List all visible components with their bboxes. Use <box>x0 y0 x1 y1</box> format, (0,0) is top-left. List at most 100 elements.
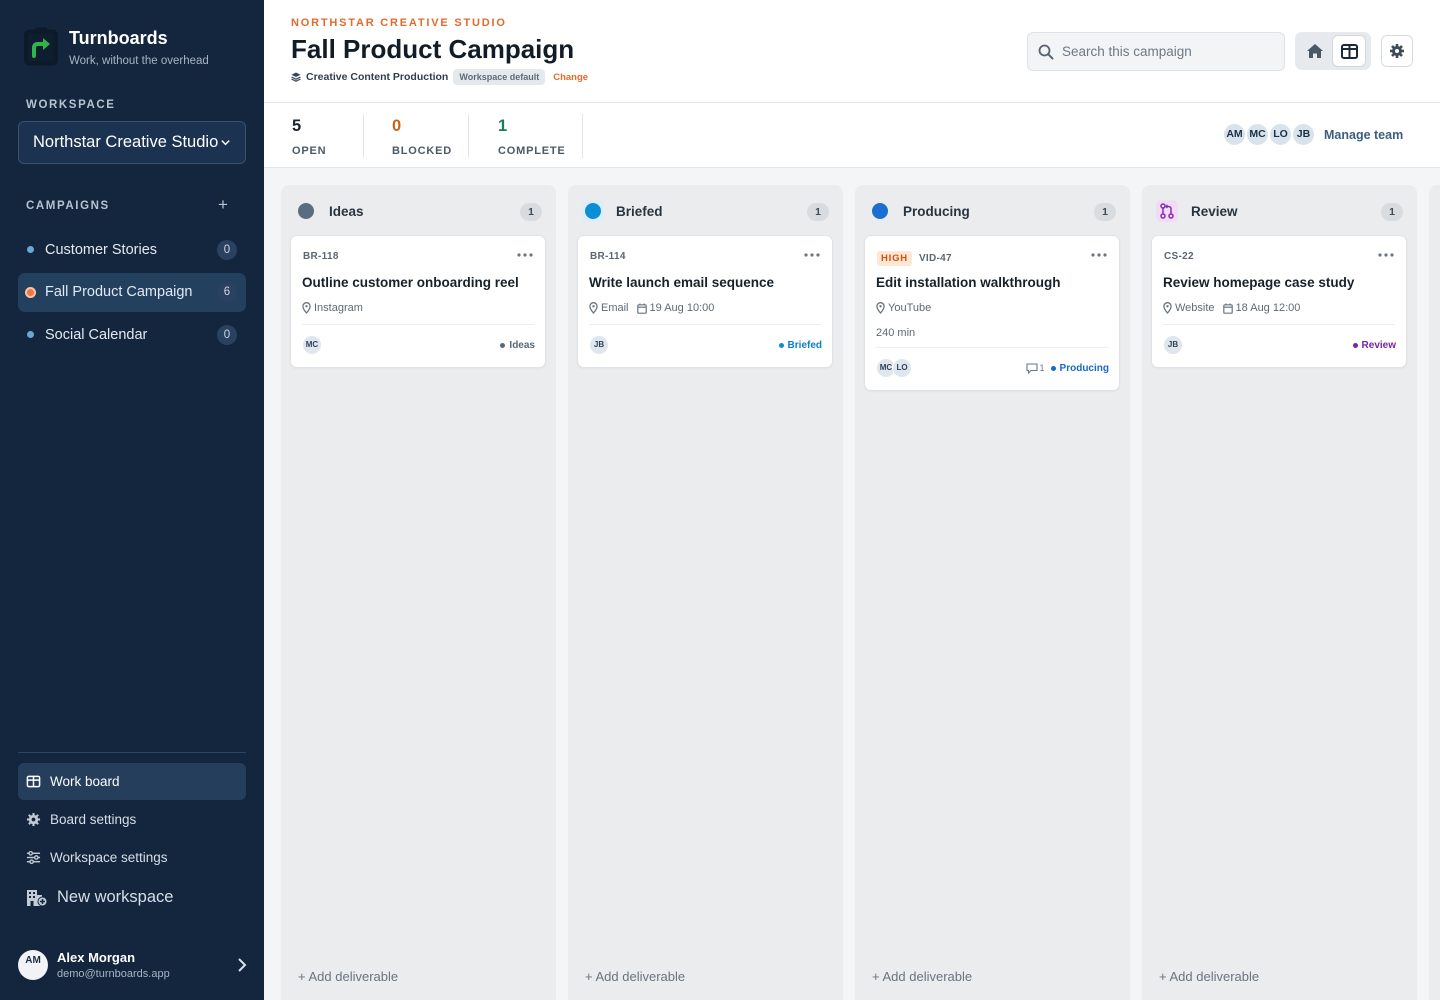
more-icon[interactable] <box>803 248 821 262</box>
more-icon[interactable] <box>516 248 534 262</box>
settings-button[interactable] <box>1381 35 1413 67</box>
column-count: 1 <box>1094 203 1116 221</box>
column-header: Review 1 <box>1142 185 1417 235</box>
sidebar-divider <box>18 752 246 753</box>
home-view-button[interactable] <box>1298 35 1332 67</box>
column-review: Review 1 CS-22 Review homepage case stud… <box>1142 185 1417 1000</box>
nav-new-workspace[interactable]: New workspace <box>18 879 246 916</box>
column-title: Review <box>1191 204 1238 219</box>
nav-board-settings[interactable]: Board settings <box>18 801 246 838</box>
card-title: Review homepage case study <box>1163 275 1355 290</box>
nav-label: Work board <box>50 774 120 789</box>
column-next-partial <box>1429 185 1440 1000</box>
status-circle-icon <box>582 200 604 222</box>
stat-value: 0 <box>392 117 402 135</box>
status-badge: Producing <box>1059 362 1109 374</box>
avatar[interactable]: LO <box>1268 122 1293 147</box>
card-id: BR-114 <box>590 251 626 262</box>
card-due: 19 Aug 10:00 <box>649 302 715 314</box>
campaign-label: Fall Product Campaign <box>45 284 193 300</box>
search-box[interactable] <box>1027 32 1285 71</box>
deliverable-card[interactable]: HIGH VID-47 Edit installation walkthroug… <box>864 235 1120 391</box>
user-email: demo@turnboards.app <box>57 968 170 980</box>
card-channel: YouTube <box>888 302 932 314</box>
stat-open: 5 OPEN <box>292 117 326 157</box>
kanban-board: Ideas 1 BR-118 Outline customer onboardi… <box>264 168 1440 1000</box>
gear-icon <box>1390 44 1404 58</box>
stat-value: 1 <box>498 117 508 135</box>
location-pin-icon <box>876 302 885 314</box>
location-pin-icon <box>1163 302 1172 314</box>
column-title: Producing <box>903 204 970 219</box>
comment-icon <box>1025 362 1038 374</box>
page-title: Fall Product Campaign <box>291 34 575 64</box>
column-header: Ideas 1 <box>281 185 556 235</box>
card-divider <box>589 324 821 325</box>
nav-work-board[interactable]: Work board <box>18 763 246 800</box>
workspace-select[interactable]: Northstar Creative Studio <box>18 121 246 164</box>
layers-icon <box>291 72 301 82</box>
change-process-link[interactable]: Change <box>553 72 588 83</box>
stat-divider <box>363 114 364 158</box>
avatar[interactable]: JB <box>1291 122 1316 147</box>
status-badge: Review <box>1352 340 1396 351</box>
stats-bar: 5 OPEN 0 BLOCKED 1 COMPLETE AM MC LO JB … <box>264 103 1440 168</box>
chevron-down-icon <box>221 140 230 146</box>
card-divider <box>876 347 1108 348</box>
card-title: Outline customer onboarding reel <box>302 275 519 290</box>
avatar: AM <box>18 950 48 980</box>
deliverable-card[interactable]: BR-118 Outline customer onboarding reel … <box>290 235 546 368</box>
nav-workspace-settings[interactable]: Workspace settings <box>18 839 246 876</box>
avatar[interactable]: AM <box>1222 122 1247 147</box>
more-icon[interactable] <box>1090 248 1108 262</box>
user-name: Alex Morgan <box>57 950 136 965</box>
column-header: Briefed 1 <box>568 185 843 235</box>
add-deliverable-button[interactable]: + Add deliverable <box>872 969 972 984</box>
page-header: NORTHSTAR CREATIVE STUDIO Fall Product C… <box>264 0 1440 103</box>
column-count: 1 <box>807 203 829 221</box>
stat-divider <box>468 114 469 158</box>
campaign-item-fall-product-campaign[interactable]: Fall Product Campaign 6 <box>18 272 246 312</box>
user-profile[interactable]: AM Alex Morgan demo@turnboards.app <box>18 947 248 983</box>
campaign-dot <box>27 331 34 338</box>
campaign-count: 0 <box>217 239 237 260</box>
review-merge-icon <box>1156 200 1178 222</box>
add-campaign-icon[interactable]: + <box>214 196 232 214</box>
column-briefed: Briefed 1 BR-114 Write launch email sequ… <box>568 185 843 1000</box>
turnboards-logo-icon <box>24 27 58 66</box>
add-deliverable-button[interactable]: + Add deliverable <box>1159 969 1259 984</box>
campaign-item-customer-stories[interactable]: Customer Stories 0 <box>18 230 246 269</box>
card-divider <box>302 324 534 325</box>
status-circle-icon <box>295 200 317 222</box>
calendar-icon <box>1222 303 1233 314</box>
more-icon[interactable] <box>1377 248 1395 262</box>
deliverable-card[interactable]: BR-114 Write launch email sequence Email… <box>577 235 833 368</box>
stat-label: COMPLETE <box>498 145 566 157</box>
card-id: VID-47 <box>918 253 952 264</box>
campaign-item-social-calendar[interactable]: Social Calendar 0 <box>18 315 246 354</box>
campaign-label: Social Calendar <box>45 326 148 343</box>
status-badge: Ideas <box>500 340 535 351</box>
avatar: MC <box>302 335 322 355</box>
card-id: BR-118 <box>303 251 339 262</box>
avatar: JB <box>589 335 609 355</box>
search-input[interactable] <box>1062 44 1262 59</box>
manage-team-link[interactable]: Manage team <box>1324 128 1403 142</box>
stat-label: OPEN <box>292 145 327 157</box>
add-deliverable-button[interactable]: + Add deliverable <box>298 969 398 984</box>
column-title: Ideas <box>329 204 364 219</box>
avatar: JB <box>1163 335 1183 355</box>
card-channel: Instagram <box>314 302 363 314</box>
location-pin-icon <box>589 302 598 314</box>
card-channel: Email <box>601 302 629 314</box>
deliverable-card[interactable]: CS-22 Review homepage case study Website… <box>1151 235 1407 368</box>
avatar[interactable]: MC <box>1245 122 1270 147</box>
avatar: LO <box>892 358 912 378</box>
sidebar: Turnboards Work, without the overhead WO… <box>0 0 264 1000</box>
brand[interactable]: Turnboards Work, without the overhead <box>24 26 209 67</box>
column-producing: Producing 1 HIGH VID-47 Edit installatio… <box>855 185 1130 1000</box>
chevron-right-icon <box>238 958 247 972</box>
campaign-dot <box>27 288 34 296</box>
add-deliverable-button[interactable]: + Add deliverable <box>585 969 685 984</box>
board-view-button[interactable] <box>1332 35 1366 67</box>
